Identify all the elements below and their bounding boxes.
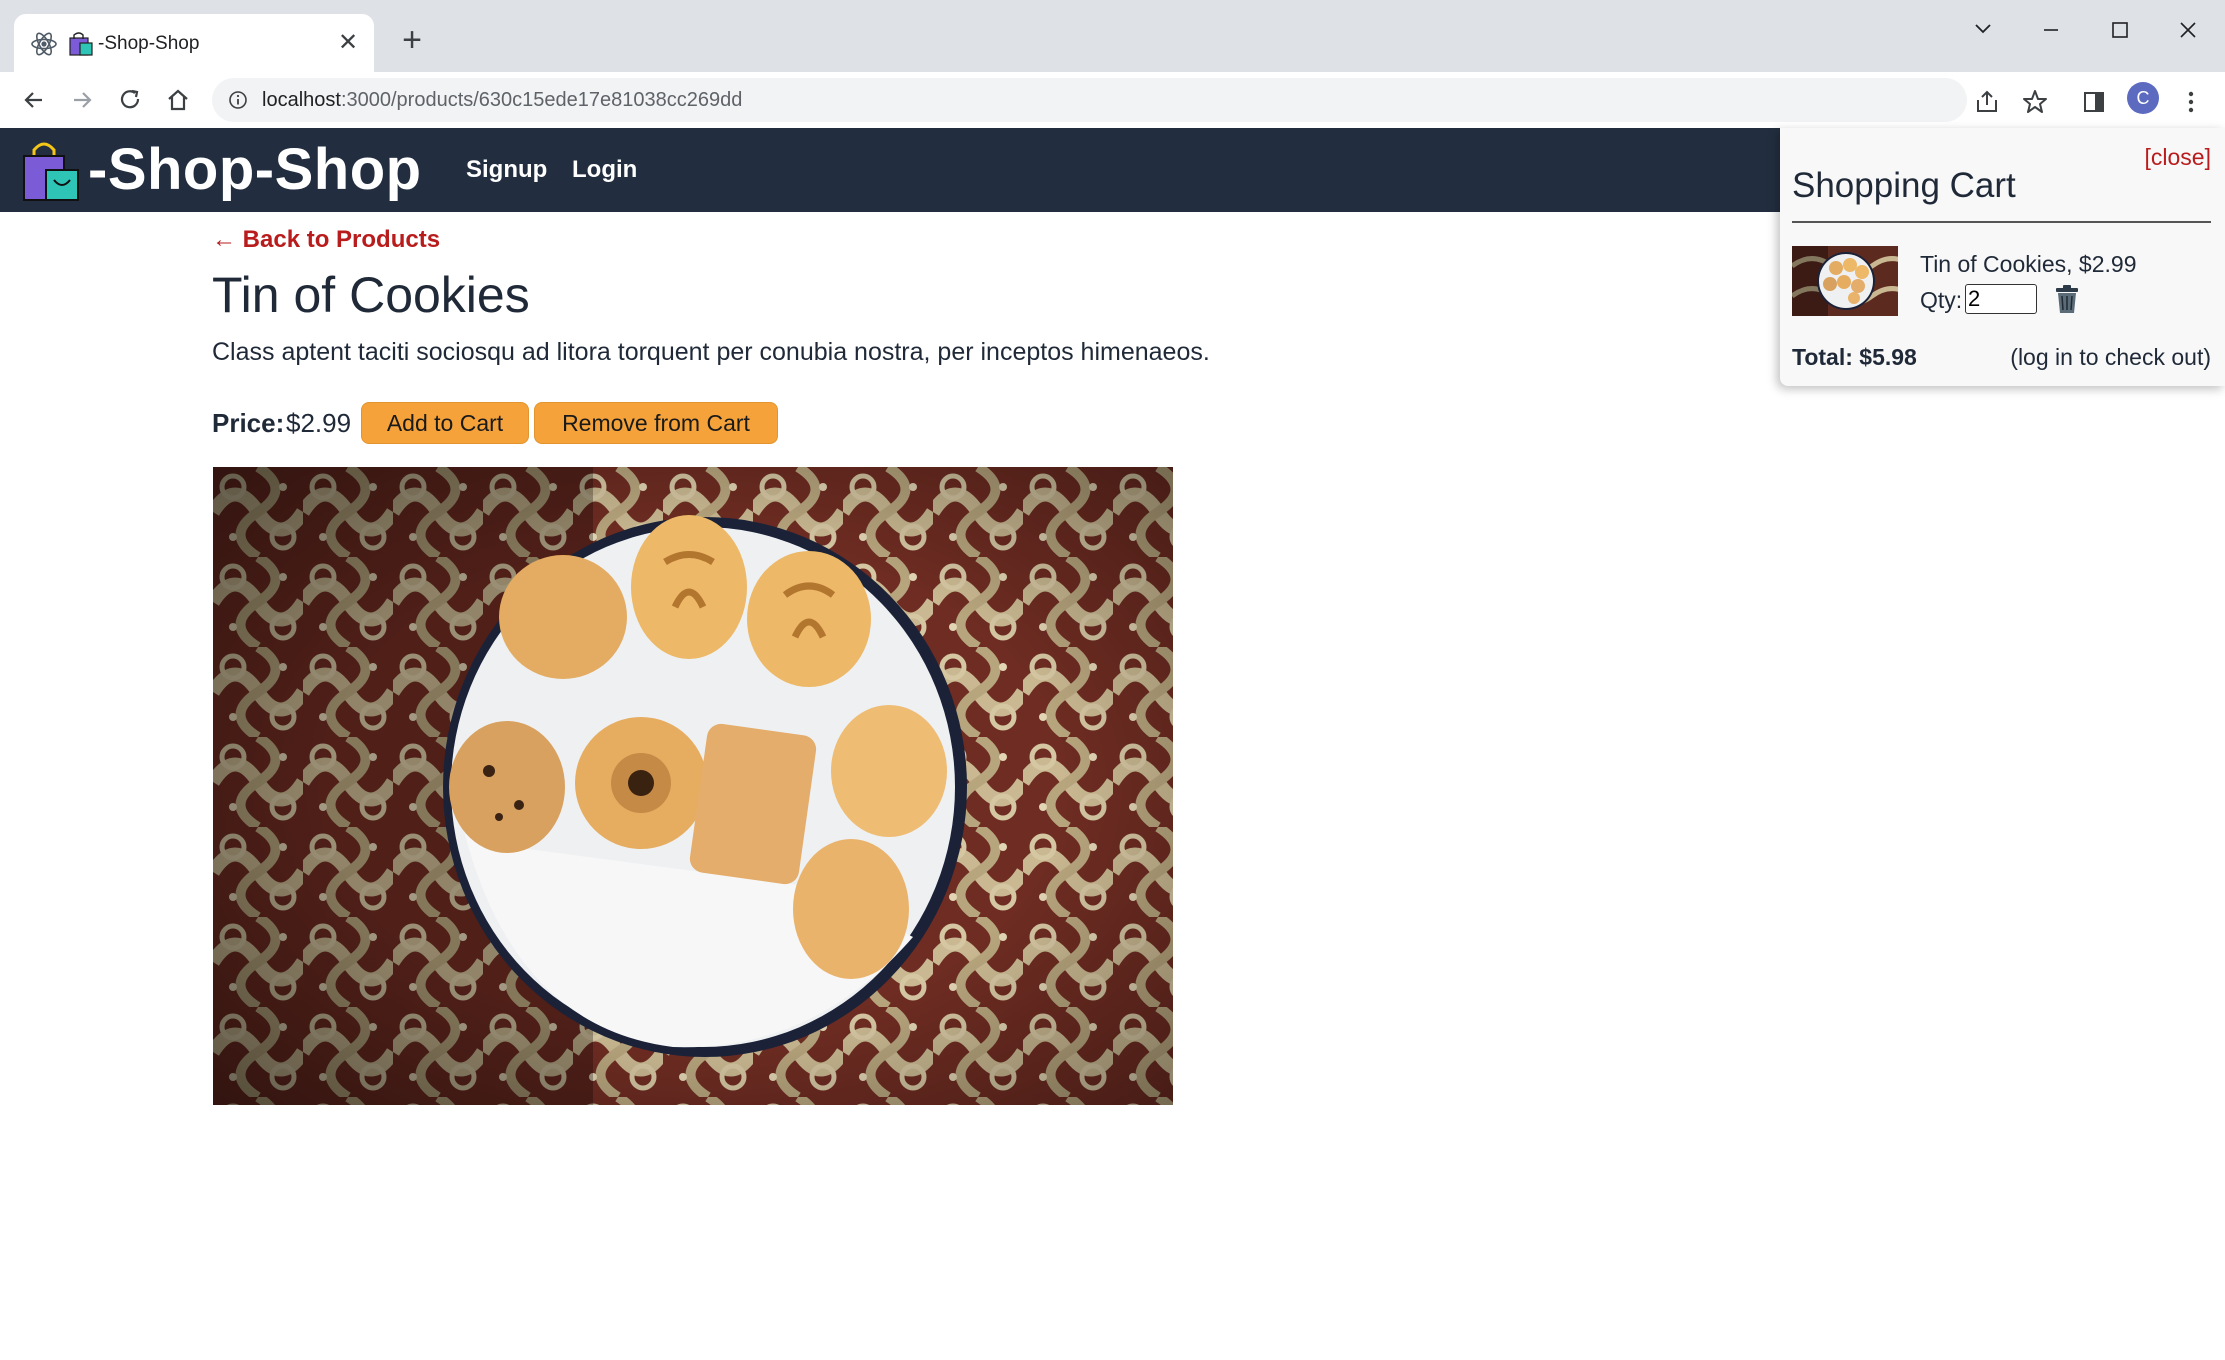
share-icon[interactable]: [1971, 86, 2003, 118]
url-host: localhost: [262, 89, 341, 111]
minimize-icon[interactable]: [2028, 12, 2074, 48]
cart-checkout-note: (log in to check out): [2010, 344, 2211, 370]
profile-avatar[interactable]: C: [2127, 82, 2159, 114]
product-image: [213, 467, 1173, 1105]
price-value: $2.99: [286, 408, 352, 438]
tab-title: -Shop-Shop: [98, 33, 200, 54]
new-tab-button[interactable]: +: [392, 23, 432, 57]
product-title: Tin of Cookies: [212, 267, 530, 323]
cart-qty-label: Qty:: [1920, 287, 1963, 313]
cart-qty-input[interactable]: [1965, 284, 2037, 314]
reload-icon[interactable]: [112, 82, 148, 118]
price-label: Price:: [212, 408, 285, 438]
cart-item-thumbnail: [1792, 246, 1898, 316]
tab-close-icon[interactable]: ✕: [334, 28, 362, 57]
url-text[interactable]: localhost:3000/products/630c15ede17e8103…: [262, 89, 742, 112]
site-title[interactable]: -Shop-Shop: [88, 136, 422, 203]
info-icon[interactable]: [228, 90, 248, 110]
tab-search-icon[interactable]: [1960, 12, 2006, 48]
back-icon[interactable]: [16, 82, 52, 118]
cart-total: Total: $5.98: [1792, 344, 1917, 370]
shop-bag-icon: [69, 32, 93, 56]
side-panel-icon[interactable]: [2078, 86, 2110, 118]
cart-title: Shopping Cart: [1792, 166, 2016, 205]
menu-icon[interactable]: [2175, 86, 2207, 118]
back-to-products-link[interactable]: ← Back to Products: [212, 226, 440, 254]
home-icon[interactable]: [160, 82, 196, 118]
product-description: Class aptent taciti sociosqu ad litora t…: [212, 338, 1210, 366]
browser-toolbar: localhost:3000/products/630c15ede17e8103…: [0, 72, 2225, 129]
browser-tab[interactable]: -Shop-Shop ✕: [14, 14, 374, 72]
maximize-icon[interactable]: [2097, 12, 2143, 48]
address-bar[interactable]: localhost:3000/products/630c15ede17e8103…: [212, 78, 1967, 122]
cart-item-name-price: Tin of Cookies, $2.99: [1920, 251, 2137, 277]
browser-tabstrip: -Shop-Shop ✕ +: [0, 0, 2225, 72]
cart-divider: [1792, 221, 2211, 223]
window-close-icon[interactable]: [2165, 12, 2211, 48]
url-path: :3000/products/630c15ede17e81038cc269dd: [340, 89, 743, 111]
forward-icon[interactable]: [64, 82, 100, 118]
star-icon[interactable]: [2019, 86, 2051, 118]
cart-close-link[interactable]: [close]: [2145, 144, 2211, 171]
nav-signup-link[interactable]: Signup: [466, 156, 547, 184]
remove-from-cart-button[interactable]: Remove from Cart: [534, 402, 778, 444]
nav-login-link[interactable]: Login: [572, 156, 637, 184]
add-to-cart-button[interactable]: Add to Cart: [361, 402, 529, 444]
shopping-cart-panel: [close] Shopping Cart Tin of Cookies, $2…: [1780, 128, 2225, 386]
shop-bag-icon[interactable]: [20, 140, 82, 202]
react-icon: [31, 32, 57, 56]
trash-icon[interactable]: [2053, 284, 2081, 314]
